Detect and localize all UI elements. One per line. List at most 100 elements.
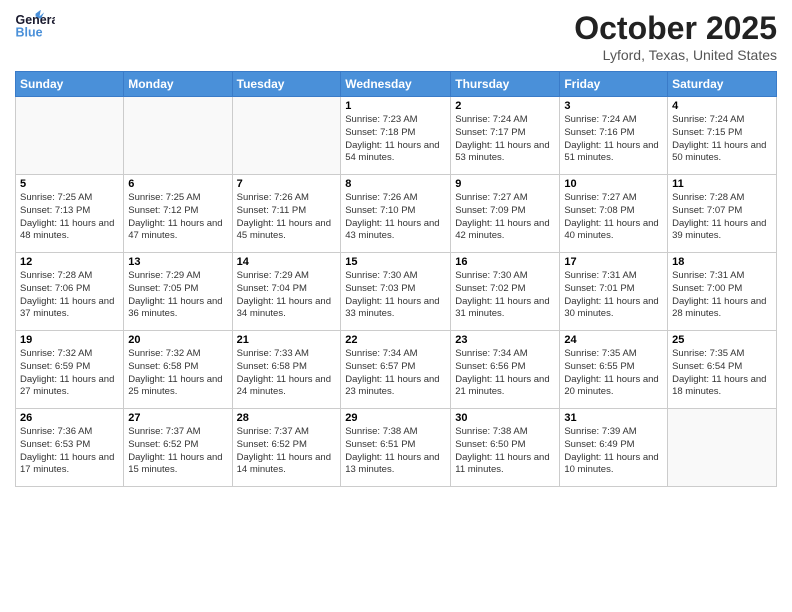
table-row: 2 Sunrise: 7:24 AM Sunset: 7:17 PM Daylig… [451,97,560,175]
day-info: Sunrise: 7:39 AM Sunset: 6:49 PM Dayligh… [564,426,663,477]
day-number: 10 [564,178,663,190]
table-row [16,97,124,175]
day-info: Sunrise: 7:26 AM Sunset: 7:10 PM Dayligh… [345,192,446,243]
table-row: 12 Sunrise: 7:28 AM Sunset: 7:06 PM Dayli… [16,253,124,331]
day-info: Sunrise: 7:34 AM Sunset: 6:56 PM Dayligh… [455,348,555,399]
calendar-week-row: 1Sunrise: 7:23 AM Sunset: 7:18 PM Daylig… [16,97,777,175]
day-info: Sunrise: 7:29 AM Sunset: 7:04 PM Dayligh… [237,270,337,321]
svg-text:Blue: Blue [16,25,43,39]
day-info: Sunrise: 7:32 AM Sunset: 6:58 PM Dayligh… [128,348,227,399]
day-number: 24 [564,334,663,346]
logo: General Blue [15,10,59,45]
header-wednesday: Wednesday [341,72,451,97]
table-row [124,97,232,175]
day-info: Sunrise: 7:36 AM Sunset: 6:53 PM Dayligh… [20,426,119,477]
calendar-week-row: 19Sunrise: 7:32 AM Sunset: 6:59 PM Dayli… [16,331,777,409]
table-row: 21 Sunrise: 7:33 AM Sunset: 6:58 PM Dayli… [232,331,341,409]
day-number: 18 [672,256,772,268]
day-number: 23 [455,334,555,346]
header-thursday: Thursday [451,72,560,97]
day-info: Sunrise: 7:33 AM Sunset: 6:58 PM Dayligh… [237,348,337,399]
page: General Blue October 2025 Lyford, Texas,… [0,0,792,612]
day-info: Sunrise: 7:26 AM Sunset: 7:11 PM Dayligh… [237,192,337,243]
title-block: October 2025 Lyford, Texas, United State… [574,10,777,63]
table-row: 27Sunrise: 7:37 AM Sunset: 6:52 PM Dayli… [124,409,232,487]
day-info: Sunrise: 7:38 AM Sunset: 6:50 PM Dayligh… [455,426,555,477]
table-row: 13 Sunrise: 7:29 AM Sunset: 7:05 PM Dayli… [124,253,232,331]
day-info: Sunrise: 7:24 AM Sunset: 7:16 PM Dayligh… [564,114,663,165]
day-number: 16 [455,256,555,268]
day-number: 2 [455,100,555,112]
day-number: 11 [672,178,772,190]
day-number: 3 [564,100,663,112]
calendar-week-row: 5 Sunrise: 7:25 AM Sunset: 7:13 PM Daylig… [16,175,777,253]
table-row: 17 Sunrise: 7:31 AM Sunset: 7:01 PM Dayli… [560,253,668,331]
table-row: 19Sunrise: 7:32 AM Sunset: 6:59 PM Dayli… [16,331,124,409]
calendar-week-row: 26 Sunrise: 7:36 AM Sunset: 6:53 PM Dayli… [16,409,777,487]
table-row: 26 Sunrise: 7:36 AM Sunset: 6:53 PM Dayli… [16,409,124,487]
table-row [232,97,341,175]
header: General Blue October 2025 Lyford, Texas,… [15,10,777,63]
table-row: 23 Sunrise: 7:34 AM Sunset: 6:56 PM Dayli… [451,331,560,409]
table-row: 30 Sunrise: 7:38 AM Sunset: 6:50 PM Dayli… [451,409,560,487]
month-title: October 2025 [574,10,777,47]
day-info: Sunrise: 7:30 AM Sunset: 7:03 PM Dayligh… [345,270,446,321]
day-number: 4 [672,100,772,112]
header-friday: Friday [560,72,668,97]
day-info: Sunrise: 7:27 AM Sunset: 7:08 PM Dayligh… [564,192,663,243]
table-row: 7 Sunrise: 7:26 AM Sunset: 7:11 PM Daylig… [232,175,341,253]
table-row: 18 Sunrise: 7:31 AM Sunset: 7:00 PM Dayli… [668,253,777,331]
header-saturday: Saturday [668,72,777,97]
day-info: Sunrise: 7:25 AM Sunset: 7:12 PM Dayligh… [128,192,227,243]
table-row: 11 Sunrise: 7:28 AM Sunset: 7:07 PM Dayli… [668,175,777,253]
calendar-header-row: Sunday Monday Tuesday Wednesday Thursday… [16,72,777,97]
table-row: 25Sunrise: 7:35 AM Sunset: 6:54 PM Dayli… [668,331,777,409]
day-number: 7 [237,178,337,190]
day-number: 12 [20,256,119,268]
day-number: 31 [564,412,663,424]
day-number: 13 [128,256,227,268]
logo-icon: General Blue [15,10,55,45]
header-tuesday: Tuesday [232,72,341,97]
table-row: 15 Sunrise: 7:30 AM Sunset: 7:03 PM Dayli… [341,253,451,331]
table-row: 14 Sunrise: 7:29 AM Sunset: 7:04 PM Dayli… [232,253,341,331]
header-sunday: Sunday [16,72,124,97]
day-info: Sunrise: 7:35 AM Sunset: 6:55 PM Dayligh… [564,348,663,399]
day-info: Sunrise: 7:31 AM Sunset: 7:00 PM Dayligh… [672,270,772,321]
day-number: 21 [237,334,337,346]
table-row: 4Sunrise: 7:24 AM Sunset: 7:15 PM Daylig… [668,97,777,175]
day-number: 30 [455,412,555,424]
table-row: 8 Sunrise: 7:26 AM Sunset: 7:10 PM Daylig… [341,175,451,253]
day-info: Sunrise: 7:29 AM Sunset: 7:05 PM Dayligh… [128,270,227,321]
day-info: Sunrise: 7:28 AM Sunset: 7:06 PM Dayligh… [20,270,119,321]
table-row: 24 Sunrise: 7:35 AM Sunset: 6:55 PM Dayli… [560,331,668,409]
table-row [668,409,777,487]
day-info: Sunrise: 7:27 AM Sunset: 7:09 PM Dayligh… [455,192,555,243]
day-number: 8 [345,178,446,190]
day-number: 20 [128,334,227,346]
day-info: Sunrise: 7:24 AM Sunset: 7:17 PM Dayligh… [455,114,555,165]
table-row: 16 Sunrise: 7:30 AM Sunset: 7:02 PM Dayli… [451,253,560,331]
day-info: Sunrise: 7:25 AM Sunset: 7:13 PM Dayligh… [20,192,119,243]
day-number: 28 [237,412,337,424]
day-info: Sunrise: 7:30 AM Sunset: 7:02 PM Dayligh… [455,270,555,321]
day-number: 29 [345,412,446,424]
table-row: 9 Sunrise: 7:27 AM Sunset: 7:09 PM Daylig… [451,175,560,253]
day-number: 15 [345,256,446,268]
day-number: 5 [20,178,119,190]
table-row: 22Sunrise: 7:34 AM Sunset: 6:57 PM Dayli… [341,331,451,409]
day-number: 17 [564,256,663,268]
day-info: Sunrise: 7:32 AM Sunset: 6:59 PM Dayligh… [20,348,119,399]
day-info: Sunrise: 7:35 AM Sunset: 6:54 PM Dayligh… [672,348,772,399]
table-row: 28Sunrise: 7:37 AM Sunset: 6:52 PM Dayli… [232,409,341,487]
day-info: Sunrise: 7:28 AM Sunset: 7:07 PM Dayligh… [672,192,772,243]
table-row: 5 Sunrise: 7:25 AM Sunset: 7:13 PM Daylig… [16,175,124,253]
day-number: 26 [20,412,119,424]
day-info: Sunrise: 7:31 AM Sunset: 7:01 PM Dayligh… [564,270,663,321]
table-row: 20 Sunrise: 7:32 AM Sunset: 6:58 PM Dayli… [124,331,232,409]
day-number: 14 [237,256,337,268]
day-number: 9 [455,178,555,190]
day-info: Sunrise: 7:38 AM Sunset: 6:51 PM Dayligh… [345,426,446,477]
table-row: 10 Sunrise: 7:27 AM Sunset: 7:08 PM Dayli… [560,175,668,253]
table-row: 3 Sunrise: 7:24 AM Sunset: 7:16 PM Daylig… [560,97,668,175]
